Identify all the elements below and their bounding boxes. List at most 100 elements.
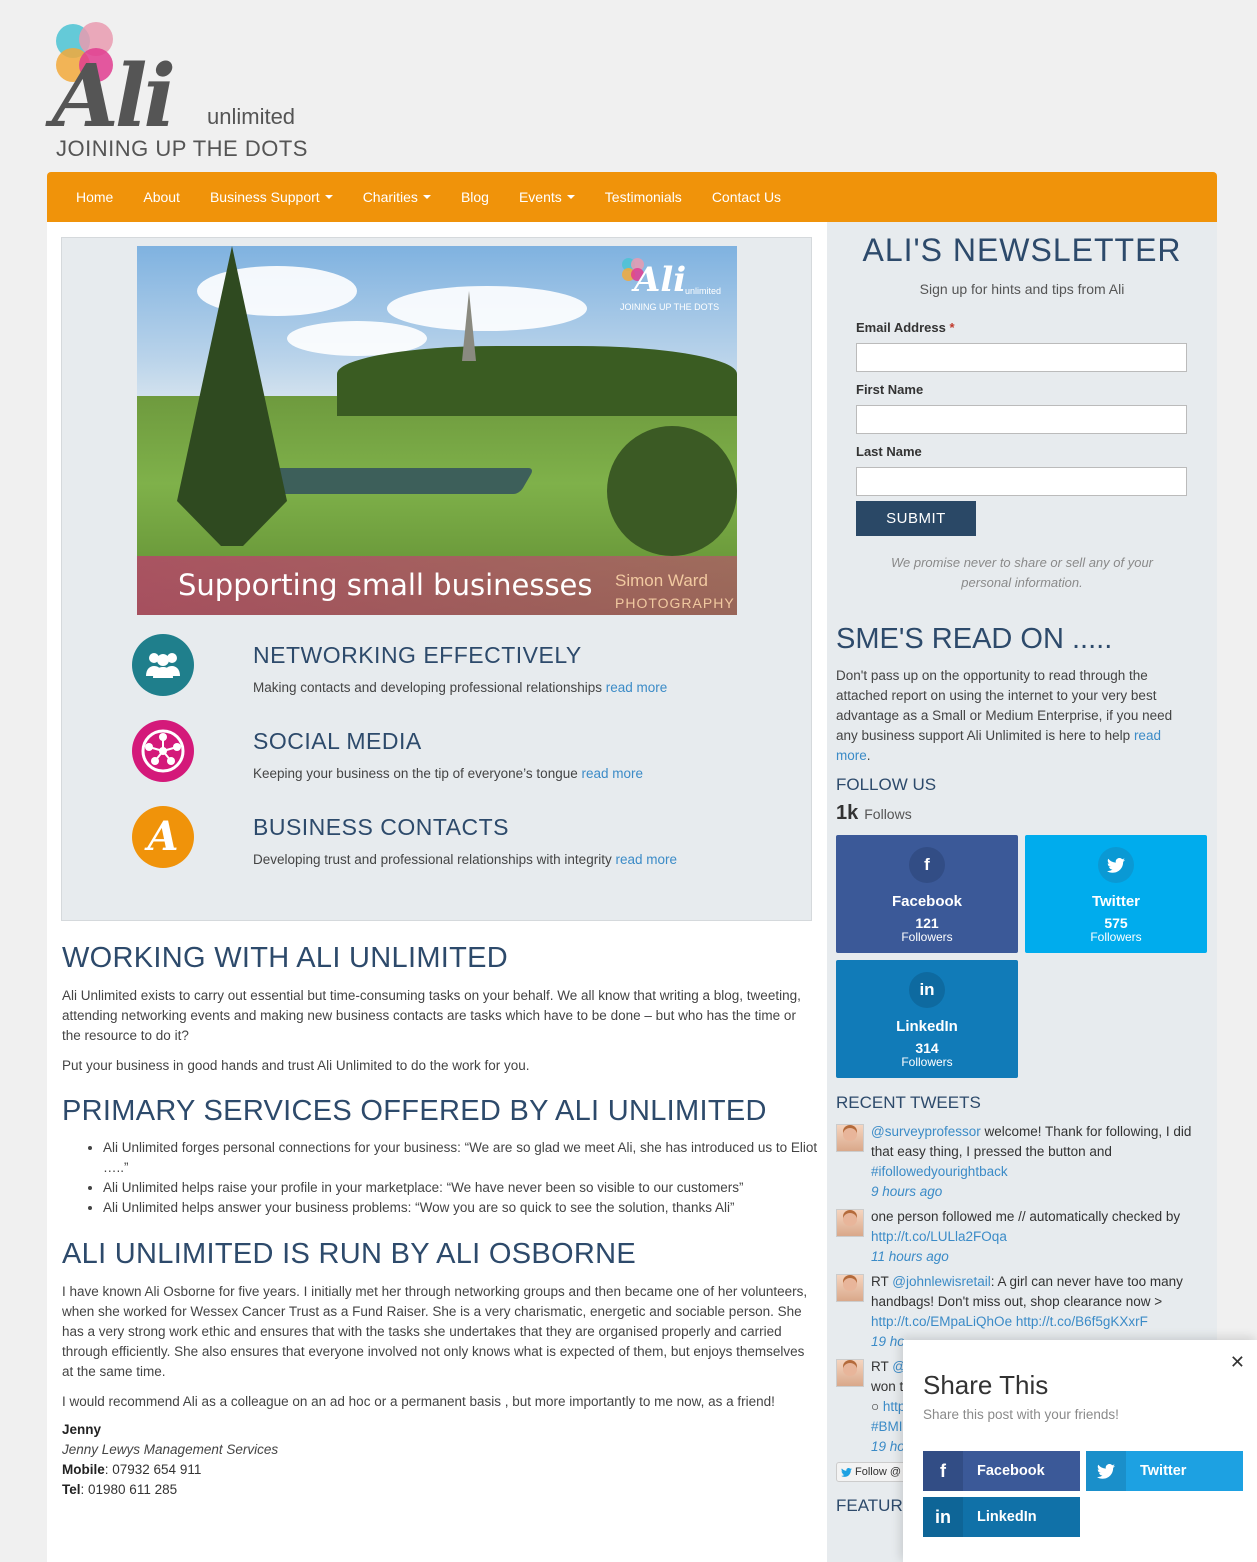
paragraph: I would recommend Ali as a colleague on … [62,1394,775,1409]
sig-mobile-label: Mobile [62,1462,105,1477]
nav-label: Business Support [209,189,320,205]
sig-name: Jenny [62,1422,102,1437]
tweet-handle[interactable]: @surveyprofessor [871,1124,981,1139]
read-more-link[interactable]: read more [606,680,668,695]
twitter-icon [841,1467,852,1477]
facebook-icon: f [923,1451,963,1491]
caret-down-icon [422,195,431,199]
last-name-label: Last Name [856,444,922,459]
last-name-field[interactable] [856,467,1187,496]
photographer-label: PHOTOGRAPHY [615,595,735,611]
nav-blog[interactable]: Blog [446,189,504,205]
share-popup: ✕ Share This Share this post with your f… [903,1340,1257,1562]
service-text: Developing trust and professional relati… [253,852,677,867]
share-facebook-button[interactable]: f Facebook [923,1451,1080,1491]
social-network-icon [132,720,194,782]
service-social-media: SOCIAL MEDIA Keeping your business on th… [132,720,792,790]
read-more-link[interactable]: read more [582,766,644,781]
share-title: Share This [923,1370,1049,1400]
hero-image: Ali unlimited JOINING UP THE DOTS Suppor… [137,246,737,615]
hero-banner-text: Supporting small businesses [178,568,593,602]
share-button-label: Twitter [1140,1463,1187,1479]
service-title: SOCIAL MEDIA [253,728,422,754]
caret-down-icon [566,195,575,199]
site-logo[interactable]: Ali unlimited JOINING UP THE DOTS [52,18,312,163]
recent-tweets-title: RECENT TWEETS [836,1093,981,1112]
tweet-time[interactable]: 11 hours ago [871,1249,949,1264]
follow-total-label: Follows [864,806,912,822]
tweet-time[interactable]: 19 ho [871,1439,905,1454]
network-name: LinkedIn [896,1018,958,1035]
follow-total: 1k [836,802,859,824]
sig-tel: : 01980 611 285 [80,1482,178,1497]
follow-count: 1k Follows [836,802,912,825]
nav-label: Testimonials [604,189,682,205]
service-text: Keeping your business on the tip of ever… [253,766,643,781]
list-item: Ali Unlimited forges personal connection… [103,1138,823,1178]
tweet-handle[interactable]: @johnlewisretail [892,1274,991,1289]
share-button-label: Facebook [977,1463,1045,1479]
service-description: Developing trust and professional relati… [253,852,612,867]
hero-logo-name: Ali [634,260,687,300]
nav-label: About [143,189,180,205]
sig-mobile: : 07932 654 911 [104,1462,202,1477]
nav-label: Charities [362,189,418,205]
avatar [836,1274,864,1302]
avatar [836,1209,864,1237]
sme-text: Don't pass up on the opportunity to read… [836,666,1196,766]
facebook-icon: f [909,847,945,883]
list-item: Ali Unlimited helps answer your business… [103,1198,823,1218]
paragraph: Put your business in good hands and trus… [62,1058,530,1073]
nav-label: Blog [460,189,489,205]
close-icon[interactable]: ✕ [1230,1352,1245,1373]
service-business-contacts: A BUSINESS CONTACTS Developing trust and… [132,806,792,876]
email-field[interactable] [856,343,1187,372]
submit-button[interactable]: SUBMIT [856,501,976,536]
privacy-note: We promise never to share or sell any of… [890,555,1154,590]
network-name: Facebook [891,893,963,910]
email-label-text: Email Address [856,320,946,335]
email-label: Email Address * [856,320,955,335]
sig-company: Jenny Lewys Management Services [62,1442,279,1457]
follower-label: Followers [901,930,953,944]
tweet-hashtag[interactable]: #BMI [871,1419,903,1434]
nav-contact-us[interactable]: Contact Us [697,189,796,205]
nav-home[interactable]: Home [61,189,128,205]
photographer-name: Simon Ward [615,571,708,590]
twitter-icon [1086,1451,1126,1491]
nav-charities[interactable]: Charities [348,189,446,205]
tweet-prefix: RT [871,1359,893,1374]
tweet-link[interactable]: http://t.co/B6f5gKXxrF [1016,1314,1148,1329]
nav-business-support[interactable]: Business Support [195,189,348,205]
read-more-link[interactable]: read more [615,852,677,867]
paragraph: Ali Unlimited exists to carry out essent… [62,988,801,1043]
nav-about[interactable]: About [128,189,195,205]
main-nav: Home About Business Support Charities Bl… [47,172,1217,222]
first-name-field[interactable] [856,405,1187,434]
tweet-time[interactable]: 9 hours ago [871,1184,942,1199]
tweet-bullet: ○ [871,1399,883,1414]
follower-count: 575 [1104,915,1128,931]
hero-cloud [387,286,587,331]
nav-events[interactable]: Events [504,189,590,205]
facebook-follow-button[interactable]: f Facebook 121 Followers [836,835,1018,953]
share-linkedin-button[interactable]: in LinkedIn [923,1497,1080,1537]
nav-label: Home [76,189,114,205]
tweet-link[interactable]: http://t.co/EMpaLiQhOe [871,1314,1012,1329]
tweet-hashtag[interactable]: #ifollowedyourightback [871,1164,1008,1179]
tweet-link[interactable]: http://t.co/LULla2FOqa [871,1229,1007,1244]
follower-count: 121 [915,915,939,931]
share-twitter-button[interactable]: Twitter [1086,1451,1243,1491]
twitter-follow-button[interactable]: Twitter 575 Followers [1025,835,1207,953]
tweet-prefix: RT [871,1274,893,1289]
hero-logo-suffix: unlimited [685,286,722,296]
nav-testimonials[interactable]: Testimonials [590,189,697,205]
linkedin-follow-button[interactable]: in LinkedIn 314 Followers [836,960,1018,1078]
heading-primary-services: PRIMARY SERVICES OFFERED BY ALI UNLIMITE… [62,1095,767,1127]
list-item: Ali Unlimited helps raise your profile i… [103,1178,823,1198]
newsletter-subtitle: Sign up for hints and tips from Ali [919,281,1125,297]
newsletter-title: ALI'S NEWSLETTER [862,232,1182,268]
hero-logo: Ali unlimited JOINING UP THE DOTS [620,256,730,316]
tweet-time[interactable]: 19 ho [871,1334,905,1349]
services-panel: Ali unlimited JOINING UP THE DOTS Suppor… [61,237,812,921]
